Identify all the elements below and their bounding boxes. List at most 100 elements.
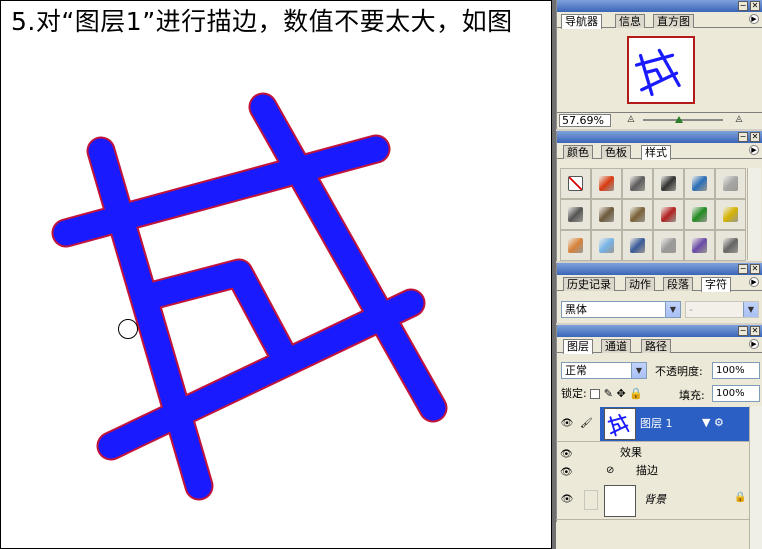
wood-style-icon[interactable]	[591, 199, 622, 230]
stroke-effect-row[interactable]: 👁 ⊘ 描边	[560, 462, 750, 479]
styles-scrollbar[interactable]	[747, 168, 761, 260]
palette-menu-icon[interactable]: ▶	[749, 145, 759, 155]
zoom-slider-handle[interactable]	[675, 116, 683, 123]
multicolor-style-icon[interactable]	[684, 199, 715, 230]
navigator-titlebar[interactable]: − ✕	[557, 0, 762, 12]
zoom-in-icon[interactable]: ◬	[733, 115, 745, 124]
lock-transparent-checkbox[interactable]	[590, 389, 601, 399]
minimize-icon[interactable]: −	[738, 264, 748, 274]
gold-style-icon[interactable]	[715, 199, 746, 230]
sunset-style-icon[interactable]	[622, 230, 653, 261]
navigator-tabs: 导航器 信息 直方图 ▶	[557, 12, 762, 29]
none-style-icon[interactable]	[560, 168, 591, 199]
zoom-out-icon[interactable]: ◬	[625, 115, 637, 124]
eye-icon[interactable]: 👁	[560, 418, 574, 430]
layer-row-background[interactable]: 👁 背景 🔒	[556, 482, 750, 520]
tab-channels[interactable]: 通道	[601, 339, 631, 353]
flat-gray-style-icon[interactable]	[715, 168, 746, 199]
styles-grid	[560, 168, 746, 261]
lock-all-icon[interactable]: 🔒	[629, 387, 643, 400]
bronze-style-icon[interactable]	[622, 199, 653, 230]
lock-image-icon[interactable]: ✎	[604, 387, 613, 400]
chevron-down-icon[interactable]: ▼	[665, 302, 680, 317]
opacity-input[interactable]: 100%	[712, 362, 760, 379]
tab-actions[interactable]: 动作	[625, 277, 655, 291]
navigator-palette: − ✕ 导航器 信息 直方图 ▶ 57.69% ◬ ◬	[556, 0, 762, 129]
tab-color[interactable]: 颜色	[563, 145, 593, 159]
swatch-chip	[568, 238, 583, 253]
opacity-value: 100%	[716, 365, 745, 376]
close-icon[interactable]: ✕	[750, 1, 760, 11]
brush-icon: 🖌	[580, 418, 593, 429]
background-name[interactable]: 背景	[644, 493, 666, 507]
sky-style-icon[interactable]	[591, 230, 622, 261]
zoom-slider[interactable]	[643, 119, 723, 121]
sparkle-style-icon[interactable]	[653, 230, 684, 261]
palette-menu-icon[interactable]: ▶	[749, 14, 759, 24]
gray-style-icon[interactable]	[622, 168, 653, 199]
font-style-value: -	[689, 303, 693, 316]
close-icon[interactable]: ✕	[750, 132, 760, 142]
chevron-down-icon[interactable]: ▼	[631, 363, 646, 378]
swatch-chip	[661, 176, 676, 191]
tab-layers[interactable]: 图层	[563, 339, 593, 354]
glow-style-icon[interactable]	[591, 168, 622, 199]
brush-cursor-icon	[118, 319, 138, 339]
brick-style-icon[interactable]	[653, 199, 684, 230]
chrome-style-icon[interactable]	[653, 168, 684, 199]
palette-menu-icon[interactable]: ▶	[749, 339, 759, 349]
chevron-down-icon[interactable]: ▼	[743, 302, 758, 317]
effects-row[interactable]: 👁 效果	[560, 444, 750, 461]
tab-navigator[interactable]: 导航器	[561, 14, 602, 29]
styles-tabs: 颜色 色板 样式 ▶	[557, 143, 762, 160]
navigator-zoom-bar: 57.69% ◬ ◬	[557, 112, 762, 127]
navigator-preview[interactable]	[627, 36, 695, 104]
orange-gradient-style-icon[interactable]	[560, 230, 591, 261]
font-family-select[interactable]: 黑体 ▼	[561, 301, 681, 318]
charcoal-style-icon[interactable]	[715, 230, 746, 261]
opacity-label: 不透明度:	[655, 365, 703, 378]
minimize-icon[interactable]: −	[738, 132, 748, 142]
tab-histogram[interactable]: 直方图	[653, 14, 694, 28]
close-icon[interactable]: ✕	[750, 326, 760, 336]
eye-icon[interactable]: 👁	[560, 464, 573, 481]
palette-menu-icon[interactable]: ▶	[749, 277, 759, 287]
layer1-name[interactable]: 图层 1	[640, 417, 673, 431]
purple-style-icon[interactable]	[684, 230, 715, 261]
font-family-value: 黑体	[565, 303, 587, 316]
tab-info[interactable]: 信息	[615, 14, 645, 28]
layers-scrollbar[interactable]	[749, 406, 762, 549]
tab-character[interactable]: 字符	[701, 277, 731, 292]
font-style-select[interactable]: - ▼	[685, 301, 759, 318]
swatch-chip	[692, 176, 707, 191]
tab-styles[interactable]: 样式	[641, 145, 671, 160]
swatch-chip	[661, 207, 676, 222]
swatch-chip	[568, 176, 583, 191]
character-titlebar[interactable]: − ✕	[557, 263, 762, 275]
eye-icon[interactable]: 👁	[560, 446, 573, 463]
eye-icon[interactable]: 👁	[560, 494, 574, 506]
styles-titlebar[interactable]: − ✕	[557, 131, 762, 143]
tab-history[interactable]: 历史记录	[563, 277, 615, 291]
minimize-icon[interactable]: −	[738, 326, 748, 336]
blue-bevel-style-icon[interactable]	[684, 168, 715, 199]
fx-icon: ⊘	[606, 465, 615, 476]
zoom-input[interactable]: 57.69%	[559, 114, 611, 127]
link-slot[interactable]	[584, 490, 598, 510]
swatch-chip	[630, 207, 645, 222]
layers-titlebar[interactable]: − ✕	[557, 325, 762, 337]
layer-effects-icon[interactable]: ▼ ⚙	[702, 416, 724, 429]
layer1-thumbnail	[604, 408, 636, 440]
tab-paragraph[interactable]: 段落	[663, 277, 693, 291]
blend-mode-select[interactable]: 正常 ▼	[561, 362, 647, 379]
lock-position-icon[interactable]: ✥	[616, 387, 625, 400]
close-icon[interactable]: ✕	[750, 264, 760, 274]
document-canvas[interactable]: 5.对“图层1”进行描边，数值不要太大，如图	[0, 0, 552, 549]
tab-swatches[interactable]: 色板	[601, 145, 631, 159]
dark-bevel-style-icon[interactable]	[560, 199, 591, 230]
fill-input[interactable]: 100%	[712, 385, 760, 402]
layer-row-layer1[interactable]: 👁 🖌 图层 1 ▼ ⚙	[556, 406, 750, 442]
swatch-chip	[723, 176, 738, 191]
minimize-icon[interactable]: −	[738, 1, 748, 11]
tab-paths[interactable]: 路径	[641, 339, 671, 353]
